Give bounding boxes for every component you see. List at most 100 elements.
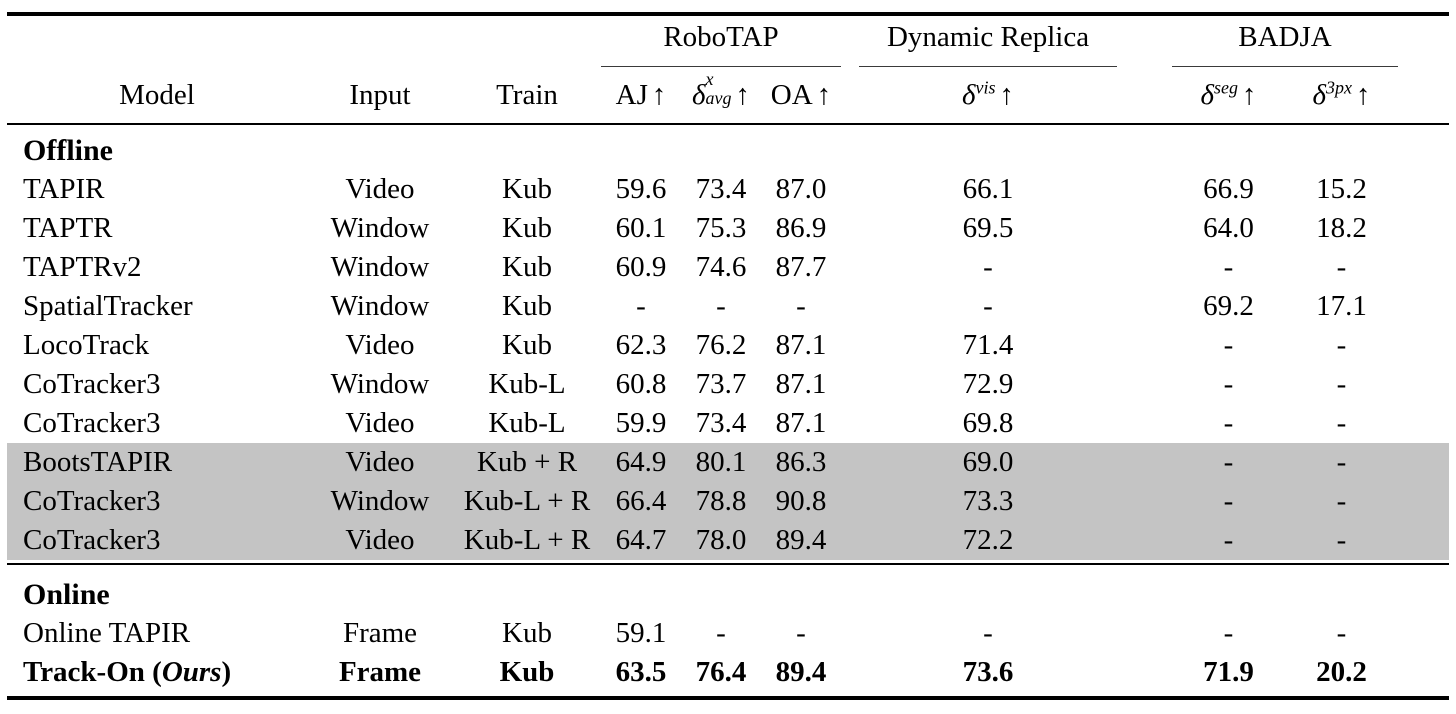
section-title-row-offline: Offline	[7, 124, 1449, 170]
cell-train: Kub	[502, 212, 552, 245]
cell-spacer	[1117, 443, 1172, 483]
cell-oa: 87.0	[775, 173, 827, 206]
column-header-row: Model Input Train AJ ↑ δ x avg ↑ OA ↑ δvis ↑	[7, 67, 1449, 120]
cell-spacer	[1398, 365, 1449, 404]
cell-train: Kub	[502, 329, 552, 362]
cell-delta-3px: -	[1336, 251, 1347, 284]
cell-input: Video	[345, 407, 415, 440]
cell-spacer	[841, 248, 859, 287]
cell-delta-seg: -	[1172, 521, 1285, 561]
cell-delta-seg: -	[1172, 482, 1285, 522]
group-rule-badja	[1172, 54, 1398, 67]
table-row: Track-On (Ours) Frame Kub 63.5 76.4 89.4 73.6 7…	[7, 653, 1449, 692]
cell-delta-seg: -	[1223, 407, 1234, 440]
cell-train: Kub	[502, 251, 552, 284]
cell-delta-vis: 72.2	[859, 521, 1117, 561]
cell-spacer	[1117, 326, 1172, 365]
cell-train: Kub	[502, 617, 552, 650]
cell-spacer	[841, 287, 859, 326]
cell-delta-avg: 74.6	[695, 251, 747, 284]
column-header-delta-vis: δvis ↑	[962, 77, 1014, 112]
cell-model: TAPTR	[23, 212, 113, 245]
cell-delta-seg: -	[1223, 251, 1234, 284]
cell-delta-avg: 73.4	[695, 407, 747, 440]
group-header-dynamic-replica: Dynamic Replica	[886, 21, 1090, 53]
cell-train: Kub	[499, 656, 555, 689]
column-header-aj: AJ ↑	[615, 79, 667, 112]
cell-delta-avg: -	[716, 617, 726, 650]
cell-delta-3px: -	[1285, 443, 1398, 483]
cell-model: CoTracker3	[7, 482, 307, 522]
cell-aj: 64.9	[601, 443, 681, 483]
cell-delta-3px: 15.2	[1316, 173, 1367, 206]
cell-input: Window	[330, 368, 430, 401]
group-header-badja: BADJA	[1238, 21, 1332, 53]
cell-oa: 87.1	[775, 329, 827, 362]
cell-input: Window	[307, 482, 453, 522]
cell-spacer	[1117, 365, 1172, 404]
column-header-oa: OA ↑	[770, 79, 832, 112]
cell-delta-seg: -	[1223, 368, 1234, 401]
cell-aj: 59.6	[615, 173, 667, 206]
cell-delta-seg: 71.9	[1203, 656, 1254, 689]
cell-spacer	[841, 365, 859, 404]
cell-delta-3px: -	[1285, 521, 1398, 561]
cell-aj: 62.3	[615, 329, 667, 362]
column-header-input: Input	[349, 79, 411, 112]
cell-train: Kub-L + R	[453, 521, 601, 561]
section-title: Online	[23, 578, 110, 612]
group-rule-row	[7, 54, 1449, 67]
cell-spacer	[1398, 287, 1449, 326]
cell-spacer	[1398, 482, 1449, 522]
cell-model: CoTracker3	[23, 407, 161, 440]
table-row: Online TAPIR Frame Kub 59.1 - - - - -	[7, 614, 1449, 653]
cell-delta-avg: 73.4	[695, 173, 747, 206]
cell-spacer	[1117, 614, 1172, 653]
table-row: TAPTRv2 Window Kub 60.9 74.6 87.7 - - -	[7, 248, 1449, 287]
cell-delta-avg: 80.1	[681, 443, 761, 483]
cell-aj: 66.4	[601, 482, 681, 522]
cell-input: Window	[330, 290, 430, 323]
cell-train: Kub-L	[488, 368, 566, 401]
cell-spacer	[1117, 653, 1172, 692]
cell-delta-3px: -	[1285, 482, 1398, 522]
cell-aj: 60.1	[615, 212, 667, 245]
cell-input: Video	[307, 443, 453, 483]
cell-delta-avg: 78.8	[681, 482, 761, 522]
cell-spacer	[1117, 209, 1172, 248]
cell-spacer	[1398, 248, 1449, 287]
cell-spacer	[1117, 170, 1172, 209]
cell-spacer	[841, 521, 859, 561]
cell-spacer	[841, 170, 859, 209]
table-row: TAPTR Window Kub 60.1 75.3 86.9 69.5 64.0 18.2	[7, 209, 1449, 248]
table-bottom-rule	[7, 692, 1449, 701]
cell-delta-3px: -	[1336, 617, 1347, 650]
rule-cell	[7, 692, 1449, 701]
cell-oa: 87.7	[775, 251, 827, 284]
cell-delta-vis: -	[983, 251, 993, 284]
cell-delta-avg: -	[716, 290, 726, 323]
cell-model: Online TAPIR	[23, 617, 191, 650]
cell-aj: 59.9	[615, 407, 667, 440]
cell-input: Window	[330, 251, 430, 284]
table-row: BootsTAPIR Video Kub + R 64.9 80.1 86.3 69.0 - -	[7, 443, 1449, 483]
cell-delta-seg: 66.9	[1203, 173, 1254, 206]
cell-spacer	[1398, 326, 1449, 365]
cell-delta-vis: -	[983, 617, 993, 650]
cell-spacer	[841, 326, 859, 365]
cell-delta-avg: 76.2	[695, 329, 747, 362]
table-row: SpatialTracker Window Kub - - - - 69.2 17.1	[7, 287, 1449, 326]
cell-input: Window	[330, 212, 430, 245]
cell-delta-vis: 66.1	[962, 173, 1014, 206]
cell-delta-3px: 18.2	[1316, 212, 1367, 245]
cell-train: Kub-L	[488, 407, 566, 440]
cell-aj: 64.7	[601, 521, 681, 561]
column-header-delta-3px: δ3px ↑	[1312, 77, 1371, 112]
cell-delta-avg: 73.7	[695, 368, 747, 401]
cell-aj: -	[636, 290, 646, 323]
cell-delta-seg: -	[1223, 617, 1234, 650]
cell-spacer	[1117, 521, 1172, 561]
column-header-model: Model	[119, 79, 195, 112]
cell-oa: -	[796, 290, 806, 323]
cell-model: Track-On (Ours)	[23, 656, 232, 689]
